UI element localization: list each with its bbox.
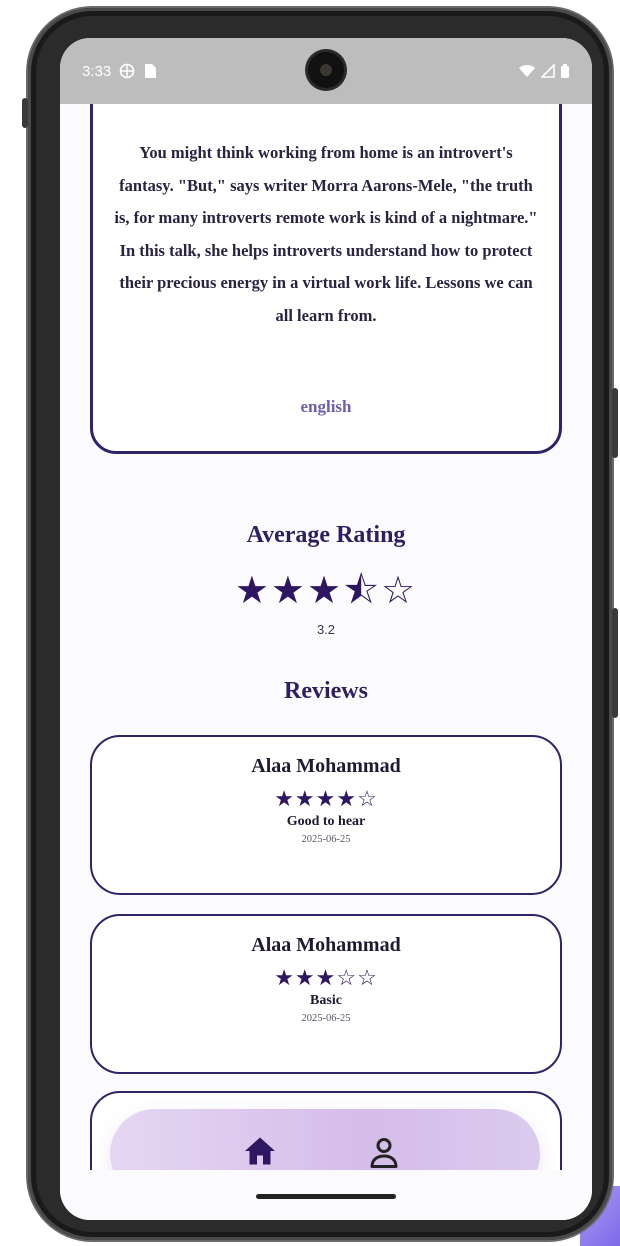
review-stars: ★★★☆☆ xyxy=(274,965,378,990)
review-date: 2025-06-25 xyxy=(301,834,351,845)
status-time: 3:33 xyxy=(82,62,112,80)
home-icon[interactable] xyxy=(242,1131,278,1171)
phone-side-button xyxy=(612,388,618,458)
phone-side-button xyxy=(22,98,28,128)
review-comment: Basic xyxy=(310,993,342,1008)
review-date: 2025-06-25 xyxy=(301,1013,351,1024)
talk-description: You might think working from home is an … xyxy=(114,143,538,325)
review-comment: Good to hear xyxy=(286,814,366,829)
home-gesture-bar[interactable] xyxy=(256,1194,396,1199)
globe-icon xyxy=(119,63,135,79)
average-rating-stars: ★★★⯪☆ xyxy=(234,570,418,612)
talk-language: english xyxy=(300,397,352,416)
review-card[interactable]: Alaa Mohammad ★★★★☆ Good to hear 2025-06… xyxy=(90,735,562,895)
sim-card-icon xyxy=(145,64,157,78)
clipped-line xyxy=(293,104,363,111)
battery-icon xyxy=(561,64,569,78)
signal-icon xyxy=(541,64,555,78)
average-rating-value: 3.2 xyxy=(316,622,336,637)
review-author: Alaa Mohammad xyxy=(251,755,401,777)
review-card[interactable]: Alaa Mohammad ★★★☆☆ Basic 2025-06-25 xyxy=(90,914,562,1074)
talk-details-scroll[interactable]: You might think working from home is an … xyxy=(60,104,592,1220)
review-stars: ★★★★☆ xyxy=(274,786,378,811)
profile-icon[interactable] xyxy=(366,1135,402,1171)
phone-screen: You might think working from home is an … xyxy=(60,38,592,1220)
gesture-area xyxy=(60,1170,592,1220)
review-author: Alaa Mohammad xyxy=(251,934,401,956)
front-camera xyxy=(308,52,344,88)
wifi-icon xyxy=(519,65,535,77)
average-rating-title: Average Rating xyxy=(246,522,406,548)
talk-info-card: You might think working from home is an … xyxy=(90,104,562,454)
reviews-title: Reviews xyxy=(284,678,368,704)
phone-side-button xyxy=(612,608,618,718)
